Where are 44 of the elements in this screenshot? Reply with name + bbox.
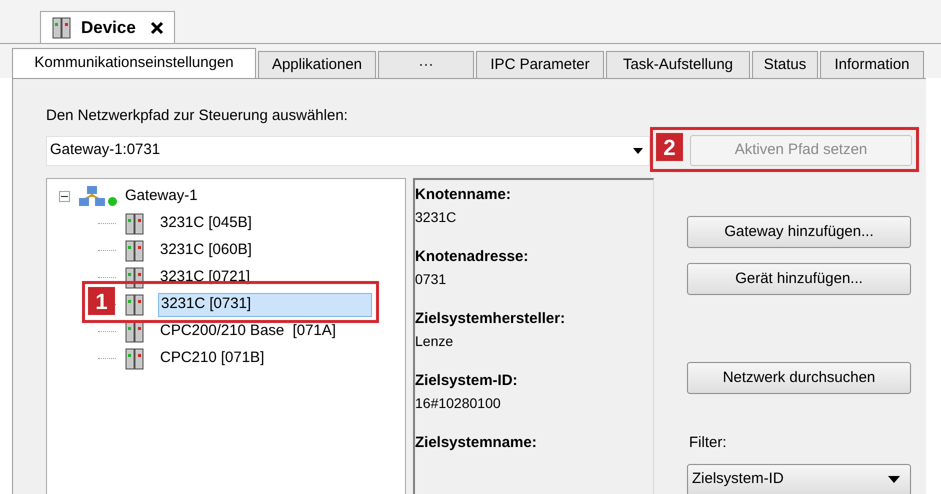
- document-tab[interactable]: Device: [40, 11, 175, 43]
- detail-value: 16#10280100: [415, 394, 502, 412]
- detail-value: 0731: [415, 270, 448, 288]
- close-icon[interactable]: [150, 20, 164, 34]
- callout-number: 1: [88, 287, 115, 315]
- tab[interactable]: Information: [820, 51, 924, 78]
- tree-item[interactable]: CPC210 [071B]: [158, 346, 264, 370]
- detail-value: 3231C: [415, 208, 458, 226]
- device-icon: [124, 320, 146, 342]
- detail-label: Knotenadresse:: [415, 247, 530, 267]
- collapse-icon[interactable]: [59, 191, 70, 202]
- device-icon: [124, 212, 146, 234]
- path-label: Den Netzwerkpfad zur Steuerung auswählen:: [46, 106, 349, 126]
- dropdown-arrow-icon[interactable]: [633, 148, 643, 154]
- filter-select[interactable]: Zielsystem-ID: [687, 464, 911, 494]
- callout-number: 2: [656, 133, 683, 161]
- dropdown-arrow-icon[interactable]: [888, 476, 900, 483]
- device-icon: [124, 294, 146, 316]
- tab[interactable]: Kommunikationseinstellungen: [12, 48, 256, 78]
- tab[interactable]: Status: [752, 51, 818, 78]
- filter-label: Filter:: [689, 433, 728, 453]
- tab[interactable]: ···: [378, 51, 474, 78]
- device-icon: [51, 16, 73, 38]
- tab-title: Device: [81, 16, 136, 39]
- device-icon: [124, 348, 146, 370]
- detail-value: Lenze: [415, 332, 454, 350]
- action-button[interactable]: Netzwerk durchsuchen: [687, 362, 911, 394]
- detail-label: Zielsystemhersteller:: [415, 309, 566, 329]
- action-button[interactable]: Gerät hinzufügen...: [687, 263, 911, 295]
- tree-item[interactable]: 3231C [060B]: [158, 238, 252, 262]
- tab[interactable]: Task-Aufstellung: [606, 51, 750, 78]
- detail-label: Knotenname:: [415, 185, 512, 205]
- tree-item[interactable]: 3231C [0731]: [158, 292, 372, 316]
- path-combo[interactable]: Gateway-1:0731: [46, 136, 650, 166]
- tab[interactable]: IPC Parameter: [476, 51, 604, 78]
- tree-item[interactable]: CPC200/210 Base [071A]: [158, 320, 336, 344]
- detail-label: Zielsystem-ID:: [415, 371, 519, 391]
- device-icon: [124, 240, 146, 262]
- tree-item[interactable]: 3231C [045B]: [158, 212, 252, 236]
- device-icon: [124, 266, 146, 288]
- action-button[interactable]: Gateway hinzufügen...: [687, 216, 911, 248]
- tab[interactable]: Applikationen: [258, 51, 376, 78]
- tree-item[interactable]: Gateway-1: [123, 185, 200, 208]
- detail-label: Zielsystemname:: [415, 433, 538, 453]
